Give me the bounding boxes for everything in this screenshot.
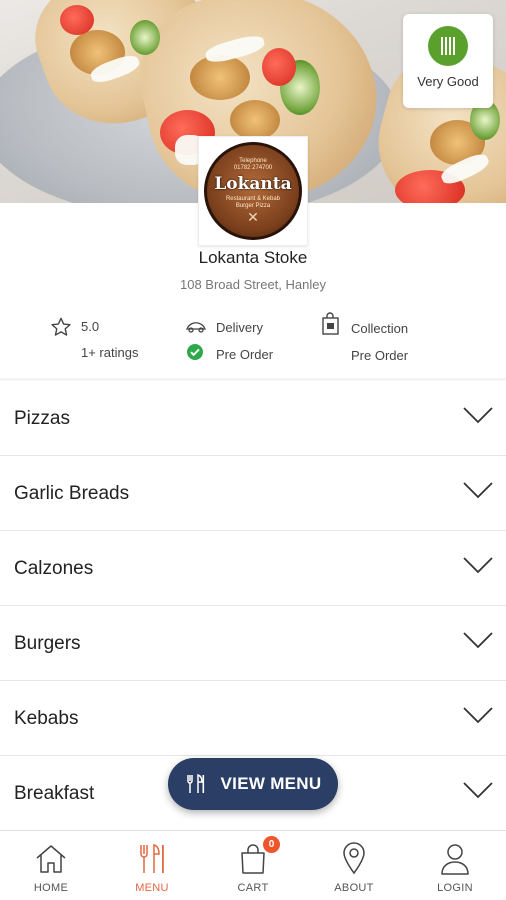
restaurant-logo: Telephone 01782 274700 Lokanta Restauran… <box>198 136 308 246</box>
cart-icon: 0 <box>239 836 280 875</box>
tab-about[interactable]: ABOUT <box>304 831 404 900</box>
tab-login[interactable]: LOGIN <box>405 831 505 900</box>
category-kebabs[interactable]: Kebabs <box>0 681 506 756</box>
collection-bag-icon <box>320 312 342 336</box>
tab-home[interactable]: HOME <box>1 831 101 900</box>
star-icon <box>50 316 72 338</box>
category-pizzas[interactable]: Pizzas <box>0 381 506 456</box>
user-icon <box>440 841 470 875</box>
restaurant-name: Lokanta Stoke <box>198 248 308 267</box>
check-circle-icon <box>186 343 204 361</box>
rating-badge-label: Very Good <box>417 74 479 89</box>
restaurant-address: 108 Broad Street, Hanley <box>180 277 326 292</box>
view-menu-button[interactable]: VIEW MENU <box>168 758 338 810</box>
chevron-down-icon <box>462 555 494 580</box>
category-label: Breakfast <box>14 783 95 804</box>
ratings-count[interactable]: 1+ ratings <box>81 345 138 360</box>
hero-filling <box>190 55 250 100</box>
category-label: Kebabs <box>14 708 79 729</box>
tab-label: CART <box>237 882 269 894</box>
category-label: Burgers <box>14 633 81 654</box>
logo-disc: Telephone 01782 274700 Lokanta Restauran… <box>204 142 302 240</box>
category-label: Calzones <box>14 558 94 579</box>
delivery-preorder: Pre Order <box>216 347 274 362</box>
hygiene-rating-badge[interactable]: Very Good <box>403 14 493 108</box>
tab-label: ABOUT <box>334 882 374 894</box>
menu-icon <box>137 841 167 875</box>
hero-filling <box>262 48 296 86</box>
fork-knife-icon <box>428 26 468 66</box>
rating-value: 5.0 <box>81 319 100 334</box>
tab-label: MENU <box>135 882 169 894</box>
cutlery-icon <box>185 773 207 795</box>
tab-cart[interactable]: 0 CART <box>203 831 303 900</box>
chevron-down-icon <box>462 630 494 655</box>
restaurant-info-row: 5.0 1+ ratings Delivery Pre Order Collec… <box>0 312 506 375</box>
cart-count-badge: 0 <box>263 836 280 853</box>
tab-label: LOGIN <box>437 882 473 894</box>
chevron-down-icon <box>462 480 494 505</box>
logo-bottom-text: Restaurant & Kebab Burger Pizza <box>225 196 281 209</box>
chevron-down-icon <box>462 780 494 805</box>
hero-filling <box>230 100 280 140</box>
hero-filling <box>130 20 160 55</box>
category-label: Garlic Breads <box>14 483 130 504</box>
collection-label: Collection <box>351 321 409 336</box>
bottom-tab-bar: HOME MENU 0 CART ABOUT LOGIN <box>0 830 506 900</box>
location-icon <box>341 841 367 875</box>
delivery-label: Delivery <box>216 320 263 335</box>
category-calzones[interactable]: Calzones <box>0 531 506 606</box>
logo-top-text: Telephone 01782 274700 <box>233 158 273 171</box>
chevron-down-icon <box>462 705 494 730</box>
hero-filling <box>60 5 94 35</box>
category-burgers[interactable]: Burgers <box>0 606 506 681</box>
category-label: Pizzas <box>14 408 70 429</box>
tab-menu[interactable]: MENU <box>102 831 202 900</box>
tab-label: HOME <box>33 882 69 894</box>
crossed-swords-icon: ✕ <box>247 209 259 225</box>
home-icon <box>34 841 68 875</box>
collection-preorder: Pre Order <box>351 348 409 363</box>
logo-brand: Lokanta <box>214 174 292 194</box>
category-garlic-breads[interactable]: Garlic Breads <box>0 456 506 531</box>
view-menu-label: VIEW MENU <box>220 774 322 793</box>
delivery-scooter-icon <box>185 318 207 334</box>
chevron-down-icon <box>462 405 494 430</box>
